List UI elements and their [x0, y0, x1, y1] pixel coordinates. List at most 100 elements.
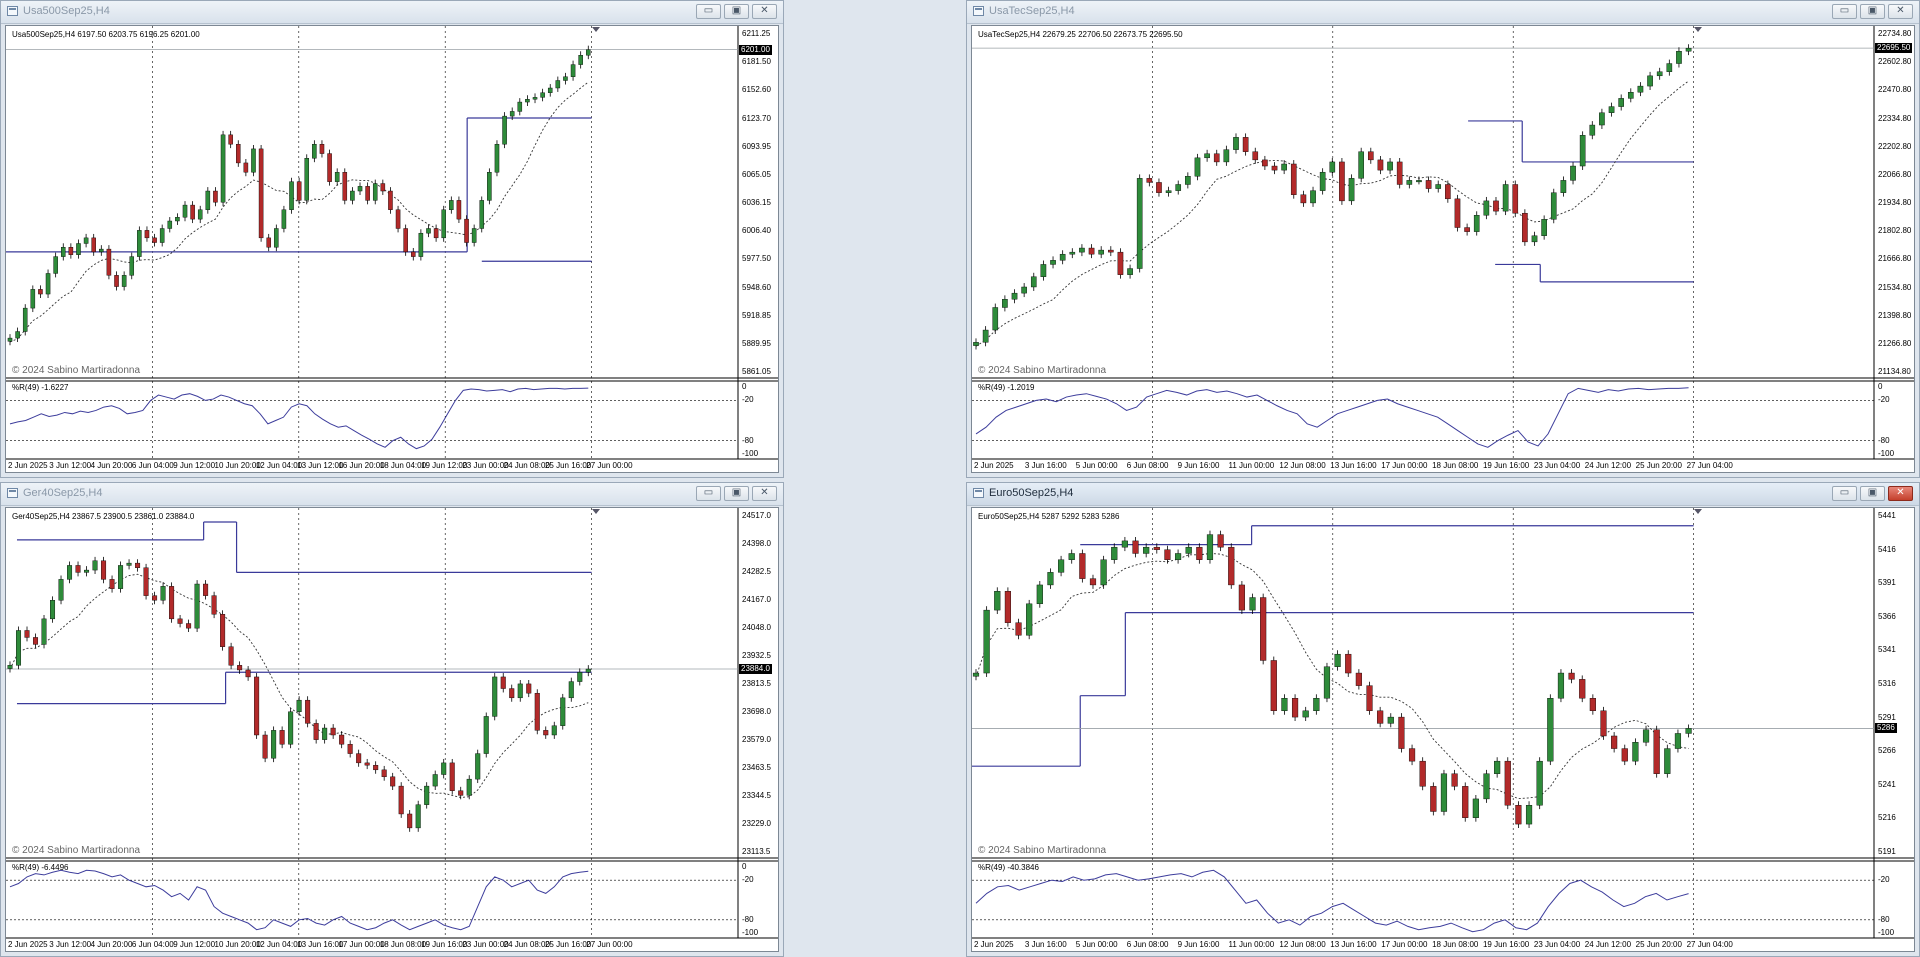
- candle-bull: [555, 80, 561, 89]
- price-tick-label: 22734.80: [1878, 29, 1912, 38]
- candle-bull: [159, 228, 165, 243]
- candle-bear: [433, 228, 439, 239]
- minimize-button[interactable]: ▭: [696, 4, 721, 19]
- chart-canvas[interactable]: [972, 508, 1914, 951]
- chart-window-usatec[interactable]: UsaTecSep25,H4 ▭ ▣ ✕ UsaTecSep25,H4 2267…: [966, 0, 1920, 478]
- candle-bull: [577, 672, 583, 682]
- candle-bear: [449, 762, 455, 791]
- candle-bear: [203, 583, 209, 596]
- shift-marker-icon[interactable]: [1693, 27, 1702, 32]
- candle-bear: [1464, 227, 1470, 232]
- chart-canvas[interactable]: [6, 508, 778, 951]
- candle-bull: [76, 243, 81, 255]
- candle-bull: [551, 725, 557, 736]
- price-tick-label: 5889.95: [742, 338, 771, 348]
- candle-bear: [365, 186, 370, 201]
- current-price-box: 6201.00: [739, 44, 772, 55]
- time-tick-label: 2 Jun 2025: [974, 940, 1014, 949]
- minimize-button[interactable]: ▭: [1832, 486, 1857, 501]
- candle-bull: [1647, 75, 1653, 87]
- price-tick-label: 5216: [1878, 813, 1896, 823]
- price-tick-label: 6093.95: [742, 141, 771, 151]
- candle-bull: [471, 228, 477, 243]
- candle-bear: [313, 723, 319, 740]
- maximize-button[interactable]: ▣: [724, 4, 749, 19]
- candle-bull: [1329, 161, 1336, 173]
- chart-canvas[interactable]: [972, 26, 1914, 472]
- time-tick-label: 13 Jun 12:00: [297, 461, 344, 470]
- indicator-tick-label: -20: [742, 395, 754, 405]
- time-tick-label: 3 Jun 12:00: [49, 461, 92, 470]
- time-tick-label: 25 Jun 16:00: [544, 940, 592, 949]
- candle-bear: [106, 248, 112, 276]
- minimize-button[interactable]: ▭: [696, 486, 721, 501]
- price-tick-label: 6211.25: [742, 29, 771, 38]
- close-button[interactable]: ✕: [1888, 486, 1913, 501]
- time-tick-label: 27 Jun 00:00: [586, 940, 633, 949]
- candle-bull: [15, 630, 22, 666]
- chart-area[interactable]: UsaTecSep25,H4 22679.25 22706.50 22673.7…: [971, 25, 1915, 473]
- candle-bear: [101, 560, 107, 580]
- chart-window-usa500[interactable]: Usa500Sep25,H4 ▭ ▣ ✕ Usa500Sep25,H4 6197…: [0, 0, 784, 478]
- price-tick-label: 24517.0: [742, 511, 771, 520]
- candle-bull: [60, 247, 66, 257]
- indicator-tick-label: 0: [742, 862, 747, 871]
- time-tick-label: 27 Jun 00:00: [586, 461, 633, 470]
- candle-bear: [1117, 251, 1124, 275]
- candle-bull: [99, 248, 104, 253]
- time-tick-label: 2 Jun 2025: [8, 940, 48, 949]
- chart-canvas[interactable]: [6, 26, 778, 472]
- shift-marker-icon[interactable]: [1693, 509, 1702, 514]
- candle-bear: [390, 776, 396, 787]
- titlebar[interactable]: UsaTecSep25,H4 ▭ ▣ ✕: [967, 1, 1919, 24]
- candle-bull: [1185, 176, 1191, 185]
- candle-bear: [1425, 180, 1432, 189]
- candle-bear: [1213, 153, 1220, 163]
- titlebar[interactable]: Euro50Sep25,H4 ▭ ▣ ✕: [967, 483, 1919, 506]
- chart-area[interactable]: Euro50Sep25,H4 5287 5292 5283 5286 © 2024…: [971, 507, 1915, 952]
- candle-bull: [1550, 192, 1557, 220]
- titlebar[interactable]: Usa500Sep25,H4 ▭ ▣ ✕: [1, 1, 783, 24]
- candle-bull: [372, 183, 378, 201]
- close-button[interactable]: ✕: [752, 4, 777, 19]
- titlebar[interactable]: Ger40Sep25,H4 ▭ ▣ ✕: [1, 483, 783, 506]
- chart-area[interactable]: Ger40Sep25,H4 23867.5 23900.5 23861.0 23…: [5, 507, 779, 952]
- time-tick-label: 5 Jun 00:00: [1075, 940, 1118, 949]
- candle-bull: [1068, 553, 1075, 560]
- chart-window-icon: [973, 488, 984, 498]
- candle-bull: [30, 289, 36, 309]
- candle-bull: [1435, 184, 1442, 189]
- shift-marker-icon[interactable]: [591, 27, 600, 32]
- candle-bear: [1345, 653, 1352, 674]
- candle-bear: [228, 646, 234, 666]
- time-tick-label: 23 Jun 00:00: [462, 940, 509, 949]
- chart-area[interactable]: Usa500Sep25,H4 6197.50 6203.75 6196.25 6…: [5, 25, 779, 473]
- indicator-label: %R(49) -1.6227: [12, 383, 69, 392]
- current-price-box: 23884.0: [739, 664, 772, 675]
- time-tick-label: 24 Jun 12:00: [1584, 461, 1632, 470]
- candle-bear: [279, 730, 285, 745]
- candle-bull: [1310, 190, 1316, 204]
- candle-bear: [380, 183, 386, 192]
- chart-window-ger40[interactable]: Ger40Sep25,H4 ▭ ▣ ✕ Ger40Sep25,H4 23867.…: [0, 482, 784, 957]
- maximize-button[interactable]: ▣: [1860, 486, 1885, 501]
- candle-bull: [1387, 161, 1393, 171]
- candle-bull: [1223, 149, 1230, 163]
- candle-bull: [1494, 760, 1501, 774]
- candle-bear: [395, 209, 401, 229]
- candle-bear: [543, 730, 549, 736]
- candle-bear: [381, 769, 387, 778]
- maximize-button[interactable]: ▣: [724, 486, 749, 501]
- candle-bear: [33, 637, 39, 645]
- close-button[interactable]: ✕: [1888, 4, 1913, 19]
- chart-window-euro50[interactable]: Euro50Sep25,H4 ▭ ▣ ✕ Euro50Sep25,H4 5287…: [966, 482, 1920, 957]
- maximize-button[interactable]: ▣: [1860, 4, 1885, 19]
- price-tick-label: 23932.5: [742, 651, 771, 660]
- candle-bull: [1233, 137, 1239, 150]
- candle-bear: [1088, 247, 1095, 255]
- minimize-button[interactable]: ▭: [1832, 4, 1857, 19]
- candle-bull: [1536, 760, 1543, 806]
- price-tick-label: 21266.80: [1878, 338, 1912, 348]
- close-button[interactable]: ✕: [752, 486, 777, 501]
- shift-marker-icon[interactable]: [591, 509, 600, 514]
